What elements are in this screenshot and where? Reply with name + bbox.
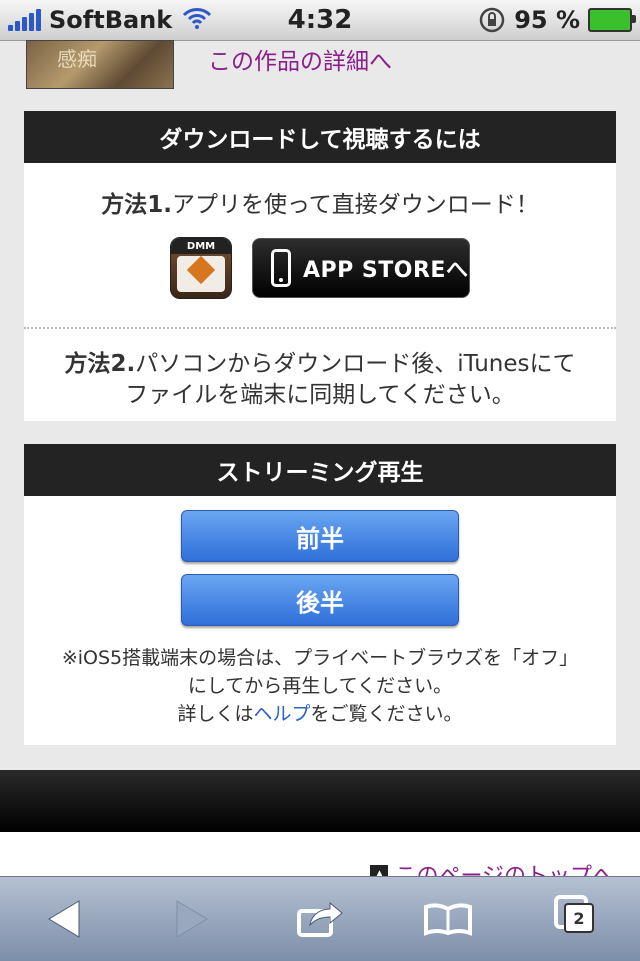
back-arrow-icon — [48, 900, 80, 938]
wifi-icon — [182, 6, 212, 34]
rotation-lock-icon — [478, 6, 506, 34]
iphone-icon — [271, 249, 291, 287]
forward-button[interactable] — [162, 889, 222, 949]
method2-label: 方法2. — [64, 351, 136, 377]
product-thumbnail[interactable]: 感痴 — [26, 40, 174, 89]
play-second-half-button[interactable]: 後半 — [181, 574, 459, 626]
divider — [24, 327, 616, 329]
back-button[interactable] — [34, 889, 94, 949]
forward-arrow-icon — [176, 900, 208, 938]
tabs-count-badge: 2 — [564, 903, 594, 933]
share-icon — [297, 901, 343, 937]
app-store-button[interactable]: APP STOREへ — [252, 238, 470, 298]
battery-icon — [588, 8, 636, 32]
dmm-app-icon[interactable]: DMM — [170, 237, 232, 299]
method1-label: 方法1. — [101, 192, 172, 218]
battery-percent: 95 % — [514, 6, 580, 34]
bookmarks-button[interactable] — [418, 889, 478, 949]
carrier-name: SoftBank — [49, 6, 173, 34]
ios5-note: ※iOS5搭載端末の場合は、プライベートブラウズを「オフ」 にしてから再生してく… — [61, 647, 579, 725]
help-link[interactable]: ヘルプ — [253, 703, 310, 725]
method1-text: 方法1.アプリを使って直接ダウンロード！ — [101, 192, 539, 218]
footer-band — [0, 770, 640, 832]
product-detail-link[interactable]: この作品の詳細へ — [208, 42, 392, 76]
tabs-button[interactable]: 2 — [546, 889, 606, 949]
play-first-half-button[interactable]: 前半 — [181, 510, 459, 562]
browser-toolbar: 2 — [0, 876, 640, 961]
app-store-label: APP STOREへ — [303, 258, 469, 283]
download-panel-title: ダウンロードして視聴するには — [24, 111, 616, 163]
download-panel: ダウンロードして視聴するには 方法1.アプリを使って直接ダウンロード！ DMM … — [24, 111, 616, 421]
streaming-panel-title: ストリーミング再生 — [24, 444, 616, 496]
signal-strength-icon — [8, 9, 41, 31]
share-button[interactable] — [290, 889, 350, 949]
status-bar: SoftBank 4:32 95 % — [0, 0, 640, 41]
method2-text: 方法2.パソコンからダウンロード後、iTunesにて ファイルを端末に同期してく… — [64, 351, 576, 408]
bookmarks-icon — [424, 903, 472, 936]
streaming-panel: ストリーミング再生 前半 後半 ※iOS5搭載端末の場合は、プライベートブラウズ… — [24, 444, 616, 745]
